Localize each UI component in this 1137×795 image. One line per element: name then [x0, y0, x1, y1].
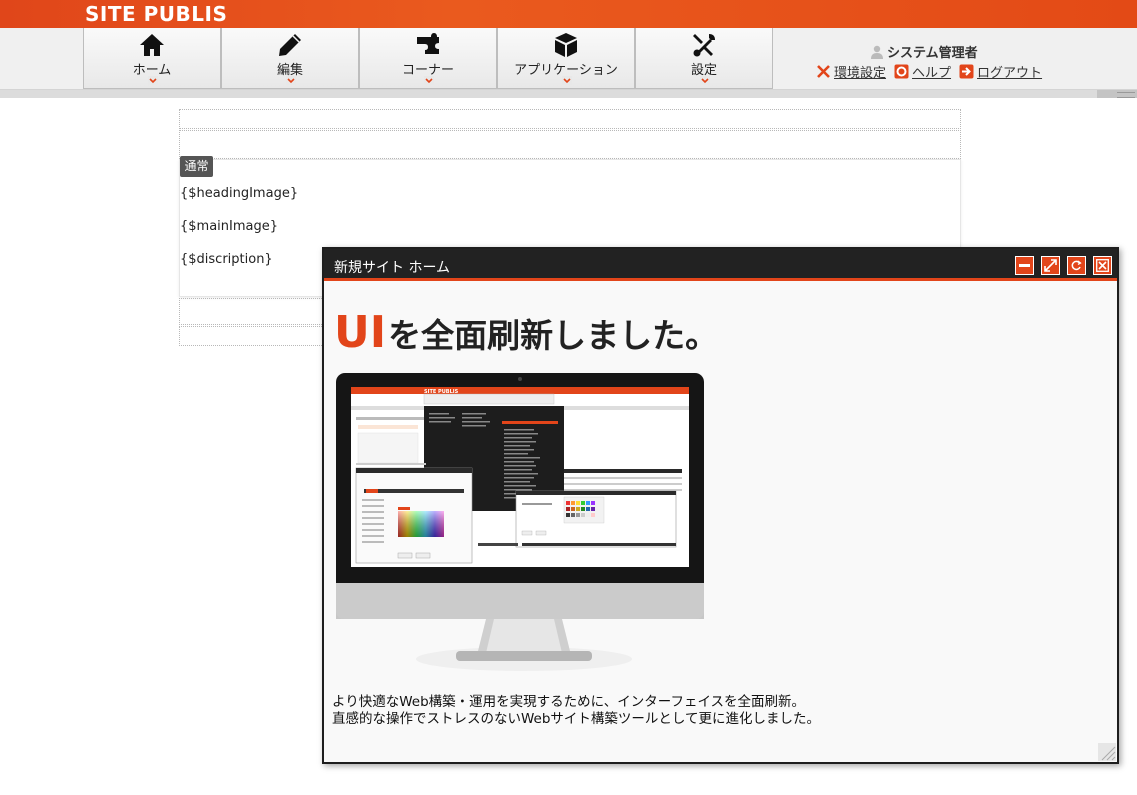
popup-description: より快適なWeb構築・運用を実現するために、インターフェイスを全面刷新。 直感的… [332, 694, 820, 728]
user-links: 環境設定 ヘルプ ログアウト [816, 62, 1042, 81]
home-icon [84, 32, 220, 58]
user-icon [871, 45, 883, 59]
template-placeholder: {$discription} [180, 252, 273, 267]
preferences-link[interactable]: 環境設定 [816, 62, 886, 81]
popup-title: 新規サイト ホーム [334, 260, 451, 276]
nav-item-settings[interactable]: 設定 [635, 28, 773, 89]
headline-accent: UI [334, 307, 387, 358]
headline-text: を全面刷新しました。 [388, 316, 719, 355]
minimize-icon [1019, 264, 1030, 267]
cube-icon [498, 32, 634, 58]
refresh-button[interactable] [1067, 256, 1086, 275]
chevron-down-icon [700, 76, 710, 85]
layout-area-header[interactable] [179, 130, 961, 159]
monitor-illustration: SITE PUBLIS [336, 373, 704, 671]
nav-divider-strip [0, 90, 1137, 98]
puzzle-icon [360, 32, 496, 58]
close-icon [1096, 259, 1109, 272]
popup-headline: UIを全面刷新しました。 [334, 307, 718, 358]
close-button[interactable] [1093, 256, 1112, 275]
template-placeholder: {$mainImage} [180, 219, 279, 234]
layout-area-top[interactable] [179, 109, 961, 129]
info-popup-window[interactable]: 新規サイト ホーム UIを全面刷新しました。 SITE PUBLIS より快適な… [322, 247, 1119, 764]
logout-link[interactable]: ログアウト [959, 62, 1042, 81]
expand-icon [1044, 259, 1057, 272]
layout-area-bottom[interactable] [179, 326, 324, 346]
user-panel: システム管理者 環境設定 ヘルプ ログアウト [790, 40, 1070, 84]
tools-icon [636, 32, 772, 58]
top-bar: SITE PUBLIS [0, 0, 1137, 28]
nav-item-application[interactable]: アプリケーション [497, 28, 635, 89]
resize-handle-icon[interactable] [1098, 743, 1116, 761]
description-line: より快適なWeb構築・運用を実現するために、インターフェイスを全面刷新。 [332, 694, 806, 710]
popup-titlebar[interactable]: 新規サイト ホーム [324, 249, 1117, 281]
chevron-down-icon [424, 76, 434, 85]
template-placeholder: {$headingImage} [180, 186, 299, 201]
chevron-down-icon [148, 76, 158, 85]
description-line: 直感的な操作でストレスのないWebサイト構築ツールとして更に進化しました。 [332, 711, 821, 727]
help-icon [894, 64, 909, 79]
site-logo[interactable]: SITE PUBLIS [85, 2, 227, 26]
logout-icon [959, 64, 974, 79]
chevron-down-icon [562, 76, 572, 85]
minimize-button[interactable] [1015, 256, 1034, 275]
nav-item-home[interactable]: ホーム [83, 28, 221, 89]
status-badge[interactable]: 通常 [180, 156, 213, 177]
layout-area-footer[interactable] [179, 298, 324, 325]
nav-item-edit[interactable]: 編集 [221, 28, 359, 89]
user-name: システム管理者 [870, 42, 978, 61]
help-link[interactable]: ヘルプ [894, 62, 951, 81]
chevron-down-icon [286, 76, 296, 85]
refresh-icon [1071, 260, 1082, 271]
pencil-icon [222, 32, 358, 58]
maximize-button[interactable] [1041, 256, 1060, 275]
nav-item-corner[interactable]: コーナー [359, 28, 497, 89]
wrench-icon [817, 65, 830, 78]
collapse-grip[interactable] [1097, 90, 1137, 98]
